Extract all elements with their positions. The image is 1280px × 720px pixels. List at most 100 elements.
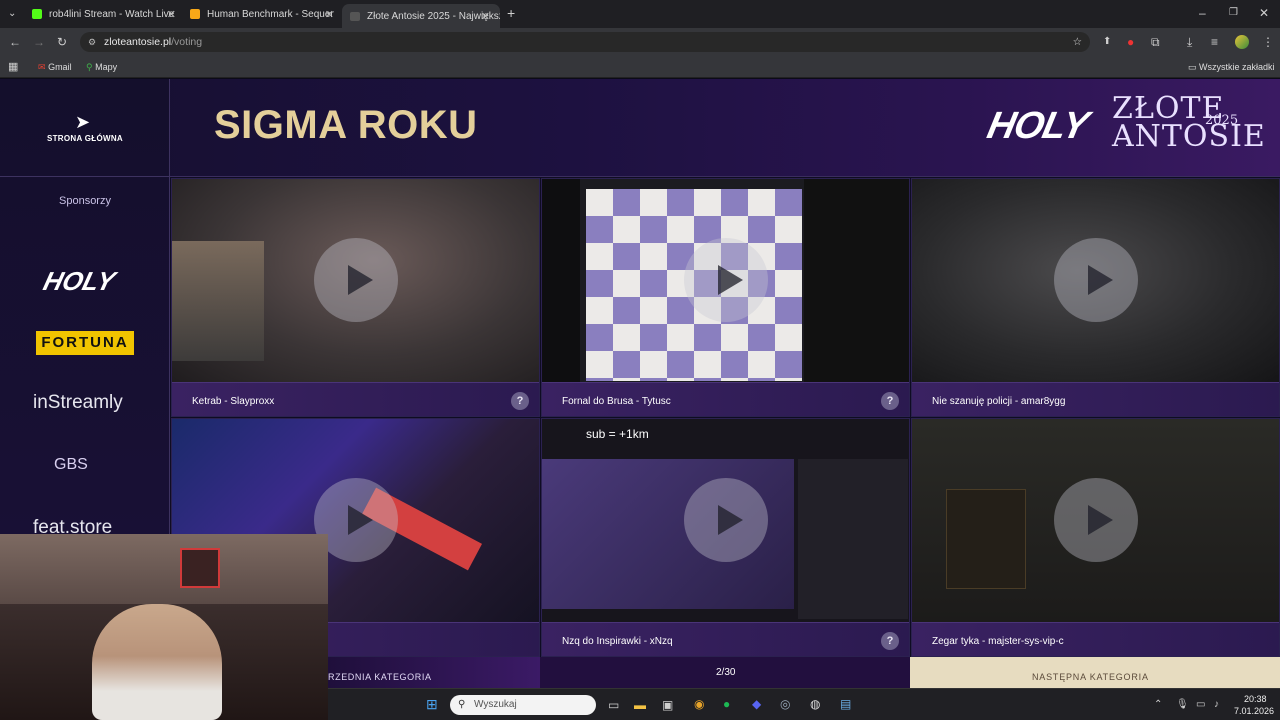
file-explorer-icon[interactable]: ▬: [634, 699, 646, 711]
room-wall: [0, 534, 328, 604]
close-tab-icon[interactable]: ✕: [481, 10, 490, 23]
prev-category-label: RZEDNIA KATEGORIA: [328, 672, 432, 682]
tab-kick[interactable]: rob4lini Stream - Watch Live on ✕: [32, 4, 176, 24]
play-icon[interactable]: [313, 238, 398, 322]
sponsor-fortuna[interactable]: FORTUNA: [36, 331, 134, 355]
video-card[interactable]: Nie szanuję policji - amar8ygg: [911, 178, 1280, 417]
home-label: STRONA GŁÓWNA: [46, 134, 124, 143]
task-view-icon[interactable]: ▭: [608, 699, 619, 711]
tab-human-benchmark[interactable]: Human Benchmark - Sequence ✕: [190, 4, 334, 24]
bookmarks-bar: ▦ ✉ Gmail ⚲ Mapy ▭ Wszystkie zakładki: [0, 56, 1280, 78]
sponsors-title: Sponsorzy: [59, 195, 111, 207]
video-card[interactable]: Zegar tyka - majster-sys-vip-c: [911, 418, 1280, 657]
facecam-thumbnail: [172, 241, 264, 361]
search-icon: ⚲: [458, 699, 466, 710]
tray-chevron-icon[interactable]: ⌃: [1154, 699, 1162, 711]
close-tab-icon[interactable]: ✕: [167, 8, 176, 21]
forward-icon[interactable]: →: [33, 36, 45, 48]
play-icon[interactable]: [683, 238, 768, 322]
taskbar-search[interactable]: ⚲ Wyszukaj: [450, 695, 596, 715]
human-benchmark-favicon-icon: [190, 9, 200, 19]
kick-favicon-icon: [32, 9, 42, 19]
close-tab-icon[interactable]: ✕: [325, 8, 334, 21]
new-tab-icon[interactable]: +: [507, 6, 515, 20]
restore-icon[interactable]: ❐: [1229, 7, 1238, 19]
extension-icon[interactable]: ⬆: [1103, 36, 1111, 48]
bookmark-gmail[interactable]: ✉ Gmail: [38, 62, 72, 73]
sponsor-instreamly[interactable]: inStreamly: [33, 392, 123, 414]
video-title: Nie szanuję policji - amar8ygg: [932, 396, 1066, 407]
site-info-icon[interactable]: ⚙: [88, 32, 96, 52]
logo-line-2: ANTOSIE: [1112, 119, 1266, 154]
address-bar[interactable]: ⚙ zloteantosie.pl/voting ☆: [80, 32, 1090, 52]
prev-category-button[interactable]: RZEDNIA KATEGORIA: [328, 657, 540, 688]
folder-icon: ▭: [1188, 62, 1197, 72]
video-card[interactable]: Ketrab - Slayproxx ?: [171, 178, 540, 417]
steam-icon[interactable]: ◎: [780, 698, 790, 710]
search-placeholder: Wyszukaj: [474, 699, 517, 710]
video-title: Ketrab - Slayproxx: [192, 396, 275, 407]
app-icon[interactable]: ▤: [840, 698, 851, 710]
tab-search-icon[interactable]: ⌄: [8, 8, 16, 20]
store-icon[interactable]: ▣: [662, 699, 673, 711]
play-icon[interactable]: [1053, 478, 1138, 562]
tab-title: rob4lini Stream - Watch Live on: [49, 8, 176, 20]
tab-strip: ⌄ rob4lini Stream - Watch Live on ✕ Huma…: [0, 0, 1280, 28]
recommendations-panel: [798, 459, 908, 619]
back-icon[interactable]: ←: [9, 36, 21, 48]
play-icon[interactable]: [683, 478, 768, 562]
spotify-icon[interactable]: ●: [723, 698, 730, 710]
taskbar: ⊞ ⚲ Wyszukaj ▭ ▬ ▣ ◉ ● ◆ ◎ ◍ ▤ ⌃ 🎙 ▭ ♪ 2…: [328, 688, 1280, 720]
obs-icon[interactable]: ◍: [810, 698, 820, 710]
url-domain: zloteantosie.pl: [104, 36, 172, 48]
sponsor-holy[interactable]: HOLY: [40, 266, 118, 297]
media-control-icon[interactable]: ≡: [1211, 36, 1218, 48]
home-button[interactable]: ➤ STRONA GŁÓWNA: [0, 79, 170, 177]
video-title: Nzq do Inspirawki - xNzq: [562, 636, 673, 647]
discord-icon[interactable]: ◆: [752, 698, 761, 710]
zlote-antosie-logo: ZŁOTE ANTOSIE: [1112, 94, 1266, 154]
move-list-panel: [804, 179, 909, 382]
help-icon[interactable]: ?: [511, 392, 529, 410]
category-header: SIGMA ROKU HOLY ZŁOTE ANTOSIE 2025: [0, 79, 1280, 177]
video-card[interactable]: sub = +1km Nzq do Inspirawki - xNzq ?: [541, 418, 910, 657]
gmail-icon: ✉: [38, 62, 46, 72]
extensions-puzzle-icon[interactable]: ⧉: [1151, 36, 1160, 48]
all-bookmarks-label: Wszystkie zakładki: [1199, 62, 1275, 72]
play-icon[interactable]: [1053, 238, 1138, 322]
room-shelf: [180, 548, 220, 588]
clock-time[interactable]: 20:38: [1244, 694, 1267, 704]
apps-grid-icon[interactable]: ▦: [8, 61, 18, 73]
webcam-overlay: [0, 534, 328, 720]
microphone-icon[interactable]: 🎙: [1176, 699, 1189, 711]
chrome-icon[interactable]: ◉: [694, 698, 704, 710]
bookmark-maps[interactable]: ⚲ Mapy: [86, 62, 117, 73]
help-icon[interactable]: ?: [881, 392, 899, 410]
video-card[interactable]: Fornal do Brusa - Tytusc ?: [541, 178, 910, 417]
help-icon[interactable]: ?: [881, 632, 899, 650]
game-menu-panel: [946, 489, 1026, 589]
network-icon[interactable]: ▭: [1196, 699, 1205, 711]
next-category-button[interactable]: NASTĘPNA KATEGORIA: [910, 657, 1280, 688]
extension-record-icon[interactable]: ●: [1127, 36, 1134, 48]
menu-dots-icon[interactable]: ⋮: [1262, 36, 1274, 48]
close-window-icon[interactable]: ✕: [1259, 7, 1269, 19]
video-caption: Fornal do Brusa - Tytusc ?: [542, 382, 909, 416]
video-caption: Zegar tyka - majster-sys-vip-c: [912, 622, 1279, 656]
reload-icon[interactable]: ↻: [57, 36, 67, 48]
video-caption: Nzq do Inspirawki - xNzq ?: [542, 622, 909, 656]
download-icon[interactable]: ⤓: [1187, 36, 1192, 48]
url-path: /voting: [171, 36, 203, 48]
bookmark-star-icon[interactable]: ☆: [1073, 32, 1082, 52]
minimize-icon[interactable]: –: [1199, 7, 1206, 19]
volume-icon[interactable]: ♪: [1214, 699, 1219, 711]
video-title: Zegar tyka - majster-sys-vip-c: [932, 636, 1064, 647]
tab-zlote-antosie[interactable]: Złote Antosie 2025 - Największ ✕: [342, 4, 500, 28]
all-bookmarks[interactable]: ▭ Wszystkie zakładki: [1188, 62, 1275, 73]
clock-date[interactable]: 7.01.2026: [1234, 706, 1274, 716]
windows-start-icon[interactable]: ⊞: [426, 697, 438, 711]
person-silhouette: [92, 604, 222, 720]
sponsor-gbs[interactable]: GBS: [54, 456, 88, 474]
holy-logo: HOLY: [983, 105, 1092, 147]
profile-avatar[interactable]: [1235, 35, 1249, 49]
